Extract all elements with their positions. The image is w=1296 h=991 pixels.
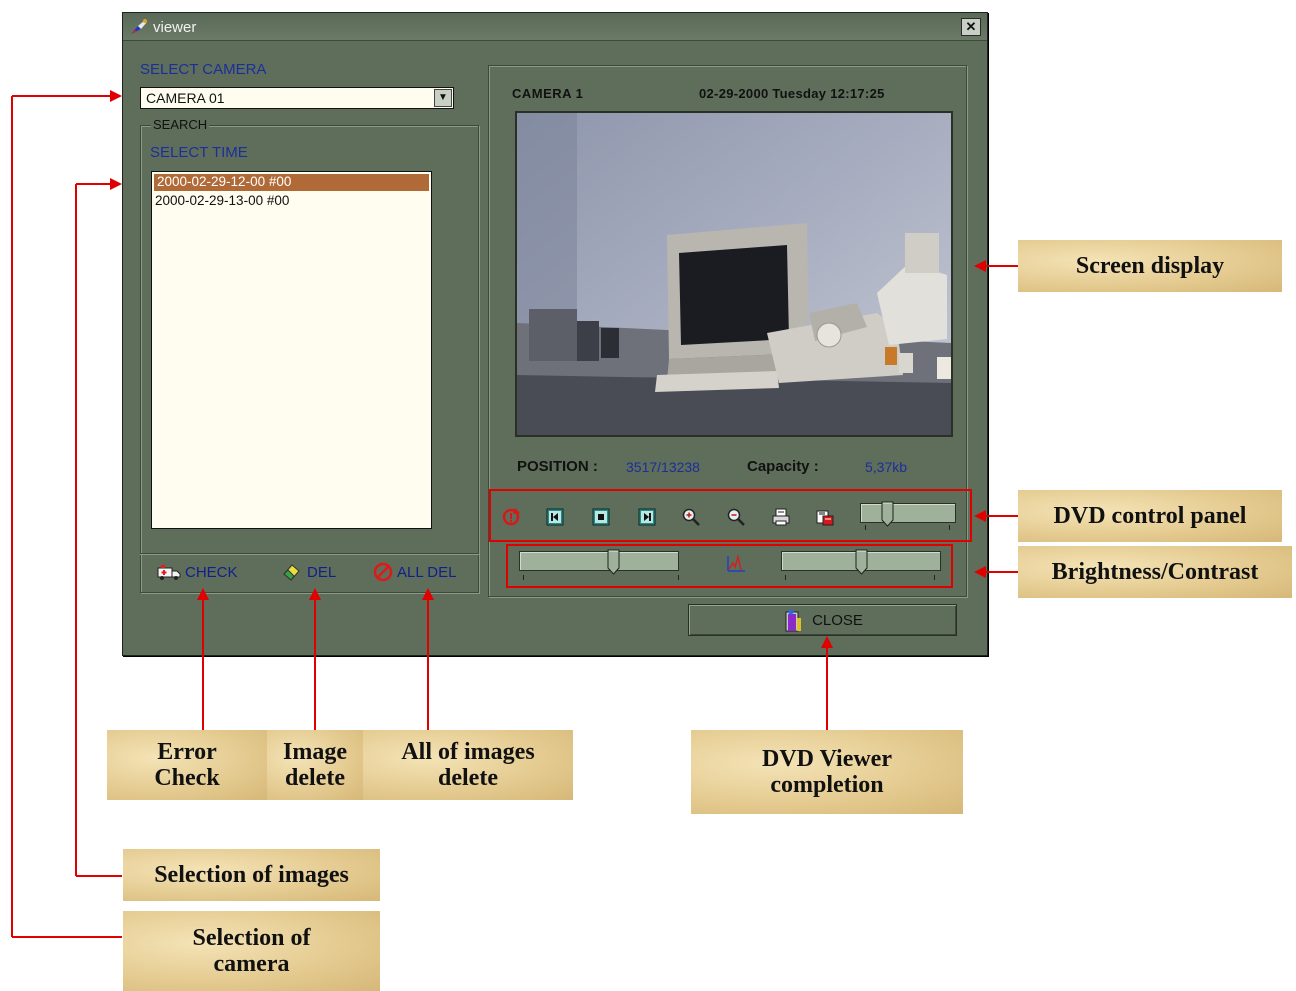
window-close-button[interactable]: ✕ <box>961 18 981 36</box>
note-dvd-control-panel: DVD control panel <box>1018 490 1282 542</box>
prohibited-icon <box>373 562 393 582</box>
slider-tick <box>934 575 935 580</box>
select-camera-label: SELECT CAMERA <box>140 61 267 78</box>
brightness-slider[interactable] <box>519 551 679 571</box>
position-value: 3517/13238 <box>626 459 700 475</box>
ambulance-icon <box>157 565 181 580</box>
video-display <box>515 111 953 437</box>
slider-tick <box>523 575 524 580</box>
time-list-item[interactable]: 2000-02-29-12-00 #00 <box>154 174 429 191</box>
camera-name: CAMERA 1 <box>512 86 584 101</box>
zoom-out-icon[interactable] <box>726 507 746 527</box>
eraser-icon <box>283 564 300 581</box>
select-time-label: SELECT TIME <box>150 144 248 161</box>
search-legend: SEARCH <box>151 117 210 132</box>
check-button[interactable]: CHECK <box>157 561 238 583</box>
check-label: CHECK <box>185 563 238 581</box>
note-image-delete: Image delete <box>267 730 363 800</box>
title-bar: viewer ✕ <box>123 13 987 41</box>
note-all-images-delete: All of images delete <box>363 730 573 800</box>
note-error-check: Error Check <box>107 730 267 800</box>
slider-thumb[interactable] <box>881 501 894 527</box>
exit-door-icon <box>785 609 802 632</box>
forward-icon[interactable] <box>637 507 657 527</box>
camera-frame <box>517 113 951 435</box>
slider-tick <box>678 575 679 580</box>
all-del-button[interactable]: ALL DEL <box>373 561 456 583</box>
refresh-icon[interactable] <box>501 507 521 527</box>
chevron-down-icon[interactable]: ▼ <box>434 89 452 107</box>
stop-icon[interactable] <box>591 507 611 527</box>
arrow-head <box>110 178 122 190</box>
time-list-item[interactable]: 2000-02-29-13-00 #00 <box>152 193 431 210</box>
camera-select[interactable]: CAMERA 01 ▼ <box>140 87 454 109</box>
print-icon[interactable] <box>771 507 791 527</box>
camera-select-value: CAMERA 01 <box>146 90 225 106</box>
note-dvd-viewer-completion: DVD Viewer completion <box>691 730 963 814</box>
time-list[interactable]: 2000-02-29-12-00 #00 2000-02-29-13-00 #0… <box>151 171 432 529</box>
position-label: POSITION : <box>517 458 598 475</box>
close-label: CLOSE <box>812 611 863 629</box>
note-selection-of-camera: Selection of camera <box>123 911 380 991</box>
slider-thumb[interactable] <box>607 549 620 575</box>
all-del-label: ALL DEL <box>397 563 457 581</box>
note-brightness-contrast: Brightness/Contrast <box>1018 546 1292 598</box>
slider-tick <box>949 525 950 530</box>
del-label: DEL <box>307 563 337 581</box>
divider <box>140 553 479 554</box>
save-icon[interactable] <box>815 507 835 527</box>
note-selection-of-images: Selection of images <box>123 849 380 901</box>
window-title: viewer <box>153 19 197 36</box>
arrow-head <box>110 90 122 102</box>
zoom-in-icon[interactable] <box>681 507 701 527</box>
close-button[interactable]: CLOSE <box>688 604 957 636</box>
note-screen-display: Screen display <box>1018 240 1282 292</box>
slider-tick <box>865 525 866 530</box>
capacity-value: 5,37kb <box>865 459 908 475</box>
del-button[interactable]: DEL <box>281 561 336 583</box>
slider-tick <box>785 575 786 580</box>
brightness-contrast-icon <box>727 554 745 572</box>
capacity-label: Capacity : <box>747 458 819 475</box>
slider-thumb[interactable] <box>855 549 868 575</box>
camera-datetime: 02-29-2000 Tuesday 12:17:25 <box>699 86 885 101</box>
speed-slider[interactable] <box>860 503 956 523</box>
viewer-window: viewer ✕ SELECT CAMERA CAMERA 01 ▼ SEARC… <box>122 12 988 656</box>
rewind-icon[interactable] <box>545 507 565 527</box>
app-icon <box>131 19 147 34</box>
